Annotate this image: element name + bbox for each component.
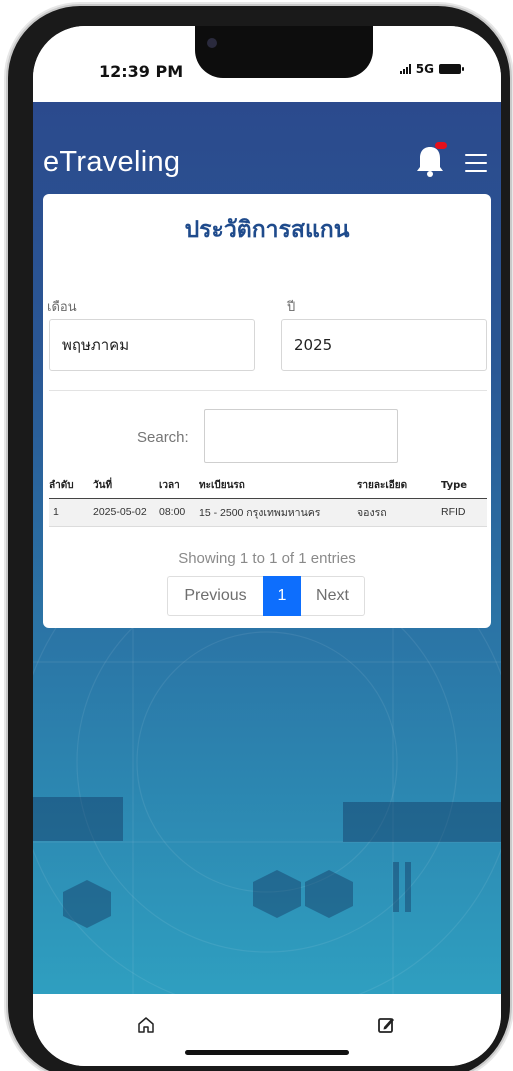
notification-dot [435,142,447,149]
divider [49,390,487,391]
column-header-index[interactable]: ลำดับ [49,474,93,499]
column-header-date[interactable]: วันที่ [93,474,159,499]
battery-icon [439,64,464,74]
camera-notch [195,26,373,78]
front-camera-icon [207,38,217,48]
column-header-time[interactable]: เวลา [159,474,199,499]
bottom-nav [33,994,501,1066]
scan-history-card: ประวัติการสแกน เดือน ปี พฤษภาคม 2025 Sea… [43,194,491,628]
page-title: ประวัติการสแกน [184,217,350,243]
column-header-plate[interactable]: ทะเบียนรถ [199,474,357,499]
next-button[interactable]: Next [301,576,365,616]
status-bar: 12:39 PM 5G [33,26,501,102]
column-header-type[interactable]: Type [441,474,487,499]
app-brand-title: eTraveling [43,146,181,178]
table-row[interactable]: 1 2025-05-02 08:00 15 - 2500 กรุงเทพมหาน… [49,498,487,527]
page-1-button[interactable]: 1 [263,576,301,616]
home-indicator[interactable] [185,1050,349,1055]
phone-frame: 12:39 PM 5G eTraveling ประวัติการสแกน เด… [8,6,510,1071]
edit-icon[interactable] [377,1016,395,1034]
phone-screen: 12:39 PM 5G eTraveling ประวัติการสแกน เด… [33,26,501,1066]
menu-icon[interactable] [465,154,487,172]
cell-time: 08:00 [159,498,199,527]
column-header-detail[interactable]: รายละเอียด [357,474,441,499]
month-label: เดือน [47,300,77,315]
cell-type: RFID [441,498,487,527]
scan-table: ลำดับ วันที่ เวลา ทะเบียนรถ รายละเอียด T… [49,474,487,527]
year-select[interactable]: 2025 [281,319,487,371]
table-header-row: ลำดับ วันที่ เวลา ทะเบียนรถ รายละเอียด T… [49,474,487,499]
home-icon[interactable] [137,1016,155,1034]
year-label: ปี [287,300,296,315]
network-type: 5G [415,62,434,76]
previous-button[interactable]: Previous [167,576,263,616]
month-select[interactable]: พฤษภาคม [49,319,255,371]
cell-index: 1 [49,498,93,527]
signal-icon [399,64,411,74]
table-info: Showing 1 to 1 of 1 entries [178,550,356,567]
status-indicators: 5G [399,62,464,76]
app-area: eTraveling ประวัติการสแกน เดือน ปี พฤษภา… [33,102,501,994]
status-time: 12:39 PM [99,62,184,81]
cell-date: 2025-05-02 [93,498,159,527]
cell-plate: 15 - 2500 กรุงเทพมหานคร [199,498,357,527]
search-label: Search: [137,429,189,446]
search-input[interactable] [204,409,398,463]
cell-detail: จองรถ [357,498,441,527]
pagination: Previous 1 Next [167,576,365,616]
